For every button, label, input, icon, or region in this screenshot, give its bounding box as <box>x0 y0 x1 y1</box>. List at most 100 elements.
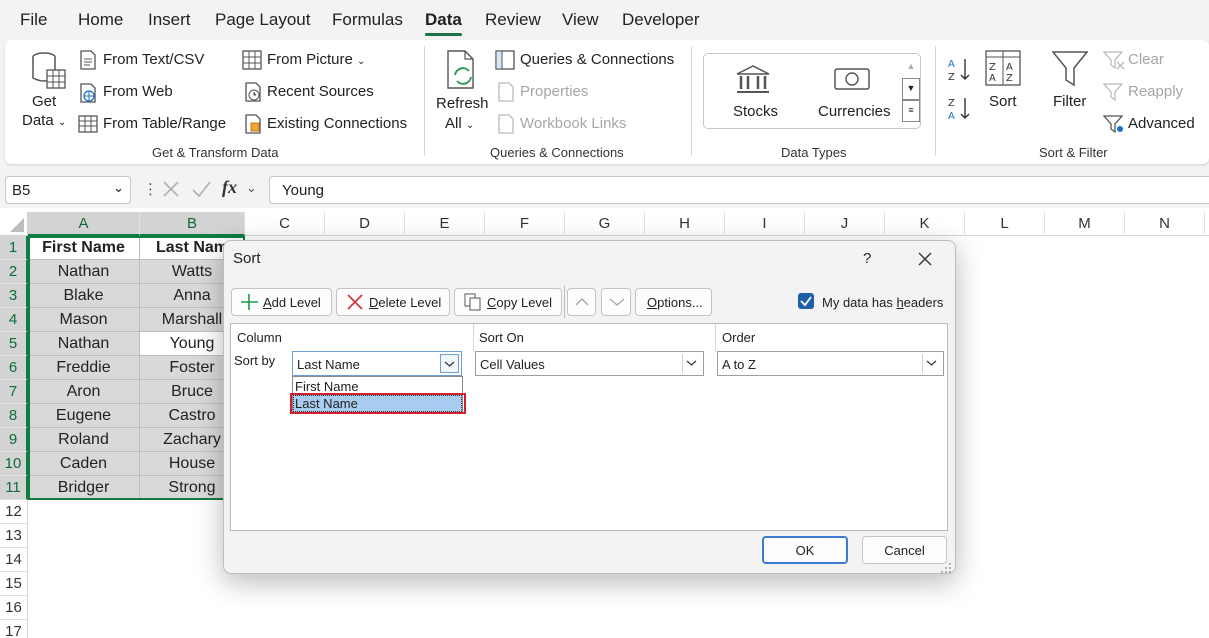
row-header-1[interactable]: 1 <box>0 236 28 260</box>
row-header-15[interactable]: 15 <box>0 572 28 596</box>
from-text-csv-button[interactable]: From Text/CSV <box>103 51 204 68</box>
tab-review[interactable]: Review <box>485 10 541 30</box>
cancel-entry-icon[interactable] <box>160 178 182 205</box>
column-header-d[interactable]: D <box>325 212 405 236</box>
get-data-label-1[interactable]: Get <box>32 93 56 110</box>
options-button[interactable]: Options... <box>635 288 712 316</box>
column-header-k[interactable]: K <box>885 212 965 236</box>
column-header-m[interactable]: M <box>1045 212 1125 236</box>
cell-first-name[interactable]: Eugene <box>28 404 140 428</box>
headers-checkbox[interactable] <box>798 293 814 309</box>
column-header-g[interactable]: G <box>565 212 645 236</box>
currencies-button[interactable]: Currencies <box>818 103 891 120</box>
formula-input[interactable]: Young <box>269 176 1209 204</box>
confirm-entry-icon[interactable] <box>190 178 212 205</box>
cell-first-name[interactable]: Caden <box>28 452 140 476</box>
cell-first-name[interactable]: Bridger <box>28 476 140 500</box>
row-header-3[interactable]: 3 <box>0 284 28 308</box>
properties-button[interactable]: Properties <box>520 83 588 100</box>
chevron-up-icon[interactable]: ▲ <box>902 58 920 78</box>
row-header-9[interactable]: 9 <box>0 428 28 452</box>
cell-first-name[interactable]: Roland <box>28 428 140 452</box>
row-header-17[interactable]: 17 <box>0 620 28 638</box>
tab-view[interactable]: View <box>562 10 599 30</box>
clear-button[interactable]: Clear <box>1128 51 1164 68</box>
column-header-f[interactable]: F <box>485 212 565 236</box>
refresh-all-button[interactable]: All ⌄ <box>445 115 474 132</box>
cell-first-name[interactable]: Mason <box>28 308 140 332</box>
from-picture-button[interactable]: From Picture ⌄ <box>267 51 365 68</box>
row-header-5[interactable]: 5 <box>0 332 28 356</box>
delete-level-button[interactable]: Delete Level <box>336 288 450 316</box>
recent-sources-button[interactable]: Recent Sources <box>267 83 374 100</box>
row-header-14[interactable]: 14 <box>0 548 28 572</box>
row-header-2[interactable]: 2 <box>0 260 28 284</box>
column-header-a[interactable]: A <box>28 212 140 236</box>
stocks-button[interactable]: Stocks <box>733 103 778 120</box>
tab-formulas[interactable]: Formulas <box>332 10 403 30</box>
row-header-4[interactable]: 4 <box>0 308 28 332</box>
chevron-down-icon[interactable] <box>440 354 459 373</box>
column-header-h[interactable]: H <box>645 212 725 236</box>
reapply-button[interactable]: Reapply <box>1128 83 1183 100</box>
resize-grip-icon[interactable] <box>940 561 952 579</box>
filter-button[interactable]: Filter <box>1053 93 1086 110</box>
tab-home[interactable]: Home <box>78 10 123 30</box>
column-header-i[interactable]: I <box>725 212 805 236</box>
tab-insert[interactable]: Insert <box>148 10 191 30</box>
cell-header-first-name[interactable]: First Name <box>28 236 140 260</box>
cell-first-name[interactable]: Nathan <box>28 260 140 284</box>
row-header-16[interactable]: 16 <box>0 596 28 620</box>
move-up-button[interactable] <box>567 288 596 316</box>
from-table-range-button[interactable]: From Table/Range <box>103 115 226 132</box>
copy-level-button[interactable]: Copy Level <box>454 288 562 316</box>
from-web-button[interactable]: From Web <box>103 83 173 100</box>
row-header-12[interactable]: 12 <box>0 500 28 524</box>
chevron-down-icon[interactable]: ⌄ <box>113 180 124 196</box>
help-button[interactable]: ? <box>863 250 871 267</box>
chevron-down-icon[interactable] <box>682 354 701 373</box>
ok-button[interactable]: OK <box>762 536 848 564</box>
tab-page-layout[interactable]: Page Layout <box>215 10 310 30</box>
column-header-n[interactable]: N <box>1125 212 1205 236</box>
more-options-icon[interactable]: ⋮ <box>143 180 158 198</box>
column-header-j[interactable]: J <box>805 212 885 236</box>
get-data-button[interactable]: Data ⌄ <box>22 112 66 129</box>
row-header-10[interactable]: 10 <box>0 452 28 476</box>
tab-file[interactable]: File <box>20 10 47 30</box>
cell-first-name[interactable]: Freddie <box>28 356 140 380</box>
sort-on-select[interactable]: Cell Values <box>475 351 704 376</box>
existing-connections-button[interactable]: Existing Connections <box>267 115 407 132</box>
chevron-down-icon[interactable]: ▼ <box>902 78 920 100</box>
sort-ascending-icon[interactable]: AZ <box>948 57 972 88</box>
refresh-all-label-1[interactable]: Refresh <box>436 95 489 112</box>
column-header-b[interactable]: B <box>140 212 245 236</box>
queries-connections-button[interactable]: Queries & Connections <box>520 51 674 68</box>
chevron-down-icon[interactable] <box>922 354 941 373</box>
insert-function-button[interactable]: fx <box>222 177 237 198</box>
tab-developer[interactable]: Developer <box>622 10 700 30</box>
row-header-11[interactable]: 11 <box>0 476 28 500</box>
cell-first-name[interactable]: Aron <box>28 380 140 404</box>
tab-data[interactable]: Data <box>425 10 462 36</box>
column-header-c[interactable]: C <box>245 212 325 236</box>
order-select[interactable]: A to Z <box>717 351 944 376</box>
row-header-13[interactable]: 13 <box>0 524 28 548</box>
cell-first-name[interactable]: Nathan <box>28 332 140 356</box>
select-all-corner[interactable] <box>0 212 28 236</box>
move-down-button[interactable] <box>601 288 631 316</box>
chevron-down-icon[interactable]: ⌄ <box>246 180 257 196</box>
add-level-button[interactable]: Add Level <box>231 288 332 316</box>
column-select[interactable]: Last Name <box>292 351 462 376</box>
row-header-8[interactable]: 8 <box>0 404 28 428</box>
name-box[interactable]: B5 ⌄ <box>5 176 131 204</box>
gallery-more-icon[interactable]: ≡ <box>902 100 920 122</box>
column-header-l[interactable]: L <box>965 212 1045 236</box>
row-header-6[interactable]: 6 <box>0 356 28 380</box>
row-header-7[interactable]: 7 <box>0 380 28 404</box>
advanced-button[interactable]: Advanced <box>1128 115 1195 132</box>
sort-descending-icon[interactable]: ZA <box>948 96 972 127</box>
cancel-button[interactable]: Cancel <box>862 536 947 564</box>
gallery-scroll[interactable]: ▲ ▼ ≡ <box>902 58 920 124</box>
workbook-links-button[interactable]: Workbook Links <box>520 115 626 132</box>
